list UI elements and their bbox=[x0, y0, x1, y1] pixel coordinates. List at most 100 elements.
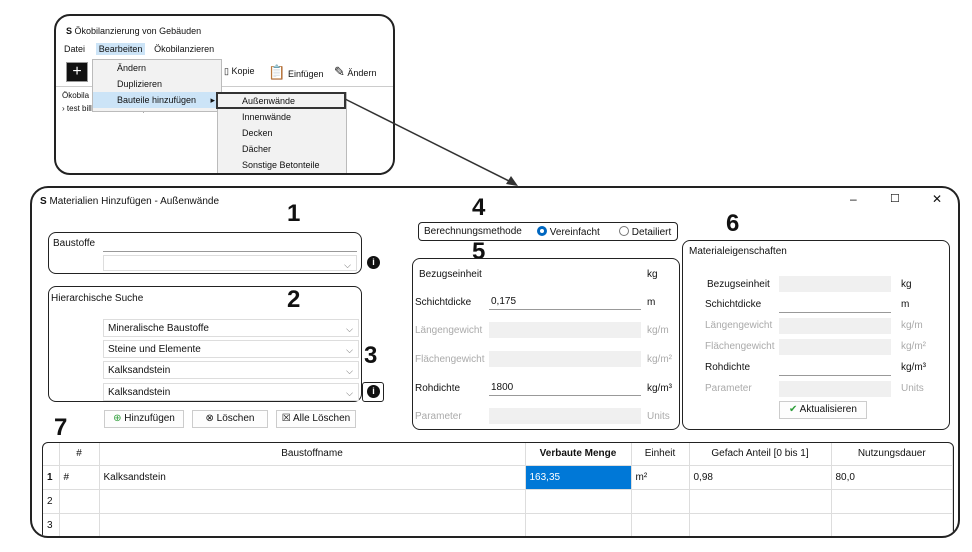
prop-field bbox=[779, 339, 891, 355]
baustoffe-group: Baustoffe ⌵ bbox=[48, 232, 362, 274]
hierarchy-select-1[interactable]: Mineralische Baustoffe ⌵ bbox=[103, 319, 359, 337]
delete-button[interactable]: ⊗ Löschen bbox=[192, 410, 268, 428]
cell-nutzungsdauer[interactable]: 80,0 bbox=[831, 465, 953, 490]
prop-unit: m bbox=[901, 299, 910, 310]
materials-dialog: S Materialien Hinzufügen - Außenwände – … bbox=[30, 186, 960, 538]
calc-unit: kg/m² bbox=[647, 354, 672, 365]
row-number: 2 bbox=[43, 489, 60, 514]
cell-gefach-anteil[interactable] bbox=[689, 489, 832, 514]
chevron-down-icon: ⌵ bbox=[346, 345, 353, 355]
col-header-gefach-anteil[interactable]: Gefach Anteil [0 bis 1] bbox=[689, 443, 832, 466]
minimize-button[interactable]: – bbox=[850, 192, 857, 206]
close-button[interactable]: ✕ bbox=[932, 192, 942, 206]
callout-1: 1 bbox=[287, 200, 301, 227]
radio-vereinfacht[interactable]: Vereinfacht bbox=[537, 226, 600, 238]
table-row[interactable]: 3 bbox=[43, 513, 953, 536]
cell-baustoffname[interactable]: Kalksandstein bbox=[99, 465, 526, 490]
cell-einheit[interactable]: m² bbox=[631, 465, 690, 490]
cell-einheit[interactable] bbox=[631, 489, 690, 514]
table-row[interactable]: 1 # Kalksandstein 163,35 m² 0,98 80,0 bbox=[43, 465, 953, 490]
x-circle-icon: ⊗ bbox=[205, 413, 214, 424]
prop-label: Längengewicht bbox=[705, 320, 773, 331]
col-header-verbaute-menge[interactable]: Verbaute Menge bbox=[525, 443, 632, 466]
delete-all-button[interactable]: ☒ Alle Löschen bbox=[276, 410, 356, 428]
radio-empty-icon bbox=[619, 226, 629, 236]
calculation-group: Bezugseinheit kg Schichtdicke 0,175 m Lä… bbox=[412, 258, 680, 430]
calc-unit: Units bbox=[647, 411, 670, 422]
chevron-down-icon: ⌵ bbox=[344, 260, 351, 270]
col-header-hash[interactable]: # bbox=[59, 443, 100, 466]
hierarchy-group: Hierarchische Suche Mineralische Baustof… bbox=[48, 286, 362, 402]
prop-label: Parameter bbox=[705, 383, 752, 394]
info-icon[interactable]: i bbox=[367, 256, 380, 269]
cell-verbaute-menge[interactable] bbox=[525, 489, 632, 514]
prop-unit: kg/m bbox=[901, 320, 923, 331]
cell-baustoffname[interactable] bbox=[99, 489, 526, 514]
add-button[interactable]: ⊕ Hinzufügen bbox=[104, 410, 184, 428]
calc-label: Rohdichte bbox=[415, 383, 461, 394]
prop-label: Bezugseinheit bbox=[707, 279, 770, 290]
props-title: Materialeigenschaften bbox=[689, 246, 787, 257]
method-group: Berechnungsmethode Vereinfacht Detailier… bbox=[418, 222, 678, 241]
chevron-down-icon: ⌵ bbox=[346, 366, 353, 376]
prop-unit: kg/m² bbox=[901, 341, 926, 352]
cell-hash[interactable] bbox=[59, 489, 100, 514]
info-icon[interactable]: i bbox=[367, 385, 380, 398]
col-header-nutzungsdauer[interactable]: Nutzungsdauer bbox=[831, 443, 953, 466]
checkmark-icon: ✔ bbox=[789, 404, 798, 415]
col-header-baustoffname[interactable]: Baustoffname bbox=[99, 443, 526, 466]
plus-circle-icon: ⊕ bbox=[113, 413, 122, 424]
hierarchy-select-2[interactable]: Steine und Elemente ⌵ bbox=[103, 340, 359, 358]
row-number: 3 bbox=[43, 513, 60, 536]
cell-verbaute-menge[interactable]: 163,35 bbox=[525, 465, 632, 490]
cell-einheit[interactable] bbox=[631, 513, 690, 536]
calc-unit: kg bbox=[647, 269, 658, 280]
hierarchy-select-4[interactable]: Kalksandstein ⌵ bbox=[103, 383, 359, 401]
app-logo-icon: S bbox=[40, 196, 47, 207]
calc-label: Bezugseinheit bbox=[419, 269, 482, 280]
prop-label: Flächengewicht bbox=[705, 341, 775, 352]
calc-label: Parameter bbox=[415, 411, 462, 422]
prop-rohdichte-input[interactable] bbox=[779, 360, 891, 376]
baustoffe-label: Baustoffe bbox=[53, 238, 96, 249]
cell-nutzungsdauer[interactable] bbox=[831, 513, 953, 536]
prop-unit: Units bbox=[901, 383, 924, 394]
dialog-title: S Materialien Hinzufügen - Außenwände bbox=[40, 196, 219, 207]
material-properties-group: Materialeigenschaften Bezugseinheit kg S… bbox=[682, 240, 950, 430]
laengengewicht-input bbox=[489, 322, 641, 338]
prop-unit: kg/m³ bbox=[901, 362, 926, 373]
prop-schichtdicke-input[interactable] bbox=[779, 297, 891, 313]
calc-label: Längengewicht bbox=[415, 325, 483, 336]
baustoffe-select[interactable]: ⌵ bbox=[103, 255, 357, 271]
radio-selected-icon bbox=[537, 226, 547, 236]
update-button[interactable]: ✔ Aktualisieren bbox=[779, 401, 867, 419]
prop-label: Schichtdicke bbox=[705, 299, 762, 310]
cell-verbaute-menge[interactable] bbox=[525, 513, 632, 536]
hierarchy-select-3[interactable]: Kalksandstein ⌵ bbox=[103, 361, 359, 379]
calc-label: Schichtdicke bbox=[415, 297, 472, 308]
calc-unit: kg/m³ bbox=[647, 383, 672, 394]
col-header-einheit[interactable]: Einheit bbox=[631, 443, 690, 466]
maximize-button[interactable]: ☐ bbox=[890, 192, 900, 205]
cell-baustoffname[interactable] bbox=[99, 513, 526, 536]
rohdichte-input[interactable]: 1800 bbox=[489, 380, 641, 396]
baustoffe-search-input[interactable] bbox=[103, 236, 357, 252]
prop-label: Rohdichte bbox=[705, 362, 751, 373]
cell-gefach-anteil[interactable]: 0,98 bbox=[689, 465, 832, 490]
radio-detailliert[interactable]: Detailiert bbox=[619, 226, 671, 238]
cell-hash[interactable] bbox=[59, 513, 100, 536]
prop-field bbox=[779, 276, 891, 292]
schichtdicke-input[interactable]: 0,175 bbox=[489, 294, 641, 310]
cell-hash[interactable]: # bbox=[59, 465, 100, 490]
calc-unit: m bbox=[647, 297, 656, 308]
callout-7: 7 bbox=[54, 414, 68, 441]
cell-gefach-anteil[interactable] bbox=[689, 513, 832, 536]
table-row[interactable]: 2 bbox=[43, 489, 953, 514]
callout-3: 3 bbox=[364, 342, 378, 369]
calc-label: Flächengewicht bbox=[415, 354, 485, 365]
row-number: 1 bbox=[43, 465, 60, 490]
row-header-corner bbox=[43, 443, 60, 466]
cell-nutzungsdauer[interactable] bbox=[831, 489, 953, 514]
materials-table: # Baustoffname Verbaute Menge Einheit Ge… bbox=[42, 442, 954, 536]
hierarchy-label: Hierarchische Suche bbox=[51, 293, 144, 304]
